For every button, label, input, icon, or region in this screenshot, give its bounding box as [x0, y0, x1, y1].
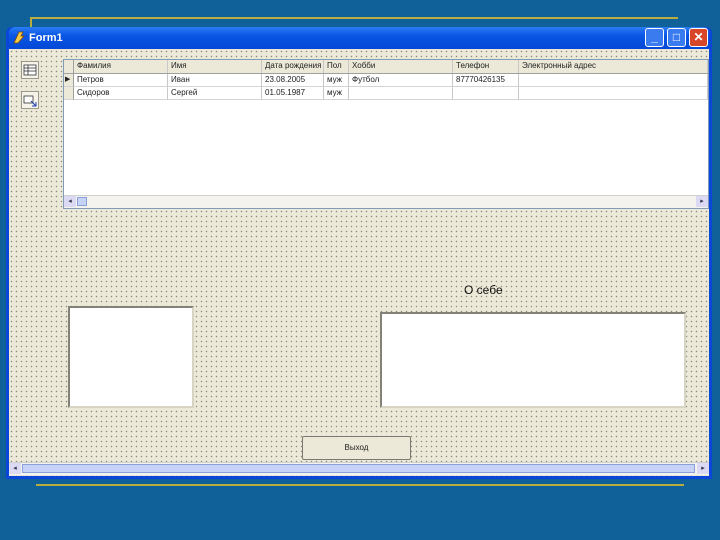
decorative-rule-top [30, 17, 678, 19]
form-client-area: Фамилия Имя Дата рождения Пол Хобби Теле… [9, 49, 709, 476]
column-header-surname[interactable]: Фамилия [74, 60, 168, 73]
about-label: О себе [464, 283, 503, 297]
table-cell[interactable]: муж [324, 74, 349, 87]
table-cell[interactable]: Иван [168, 74, 262, 87]
table-cell[interactable]: Петров [74, 74, 168, 87]
table-cell[interactable]: Сидоров [74, 87, 168, 100]
column-header-email[interactable]: Электронный адрес [519, 60, 708, 73]
grid-horizontal-scrollbar[interactable]: ◂ ▸ [64, 195, 708, 208]
table-cell[interactable] [453, 87, 519, 100]
column-header-hobby[interactable]: Хобби [349, 60, 453, 73]
column-header-name[interactable]: Имя [168, 60, 262, 73]
table-cell[interactable] [519, 74, 708, 87]
table-cell[interactable]: 01.05.1987 [262, 87, 324, 100]
title-bar[interactable]: Form1 _ □ ✕ [9, 27, 709, 49]
form-window: Form1 _ □ ✕ Фамилия Имя Дата рождения По… [6, 27, 712, 479]
table-row[interactable]: ▶ Петров Иван 23.08.2005 муж Футбол 8777… [64, 74, 708, 87]
about-memo[interactable] [380, 312, 686, 408]
table-cell[interactable] [519, 87, 708, 100]
photo-image-box [68, 306, 194, 408]
current-row-indicator-icon: ▶ [64, 74, 74, 87]
form-scroll-thumb[interactable] [22, 464, 695, 473]
table-cell[interactable]: 23.08.2005 [262, 74, 324, 87]
column-header-phone[interactable]: Телефон [453, 60, 519, 73]
grid-header-row: Фамилия Имя Дата рождения Пол Хобби Теле… [64, 60, 708, 74]
table-row[interactable]: Сидоров Сергей 01.05.1987 муж [64, 87, 708, 100]
table-cell[interactable]: Футбол [349, 74, 453, 87]
scroll-right-icon[interactable]: ▸ [696, 196, 708, 207]
scroll-left-icon[interactable]: ◂ [64, 196, 76, 207]
table-cell[interactable]: Сергей [168, 87, 262, 100]
app-icon [13, 31, 25, 44]
row-indicator [64, 87, 74, 100]
data-grid[interactable]: Фамилия Имя Дата рождения Пол Хобби Теле… [63, 59, 709, 209]
maximize-button[interactable]: □ [667, 28, 686, 47]
dbgrid-component-icon[interactable] [21, 61, 39, 79]
dbnavigator-component-icon[interactable] [21, 91, 39, 109]
minimize-button[interactable]: _ [645, 28, 664, 47]
close-button[interactable]: ✕ [689, 28, 708, 47]
column-header-birthdate[interactable]: Дата рождения [262, 60, 324, 73]
scroll-right-icon[interactable]: ▸ [697, 463, 709, 474]
exit-button[interactable]: Выход [302, 436, 411, 460]
form-horizontal-scrollbar[interactable]: ◂ ▸ [9, 462, 709, 475]
scroll-left-icon[interactable]: ◂ [9, 463, 21, 474]
grid-scroll-thumb[interactable] [77, 197, 87, 206]
decorative-rule-bottom [36, 484, 684, 486]
table-cell[interactable]: муж [324, 87, 349, 100]
column-header-gender[interactable]: Пол [324, 60, 349, 73]
window-title: Form1 [29, 32, 63, 44]
table-cell[interactable] [349, 87, 453, 100]
grid-indicator-header [64, 60, 74, 73]
table-cell[interactable]: 87770426135 [453, 74, 519, 87]
